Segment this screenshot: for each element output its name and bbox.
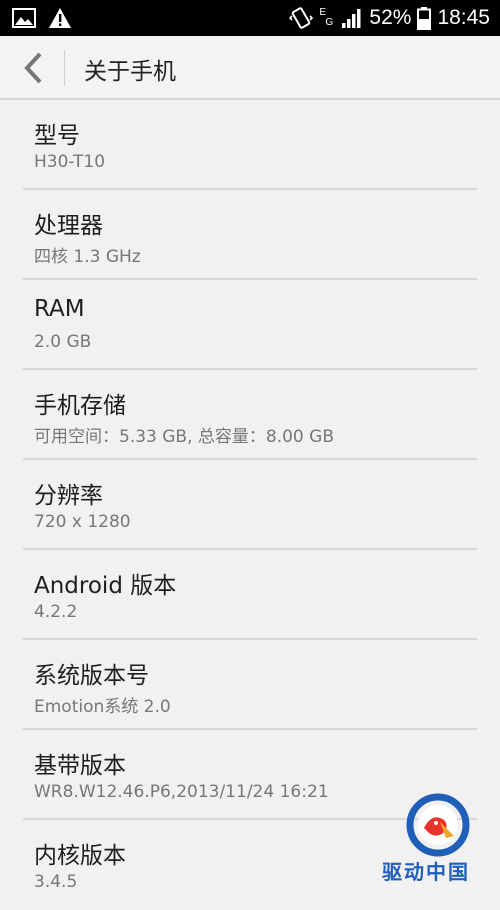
item-label: 手机存储 bbox=[34, 393, 126, 419]
watermark: 驱动中国 bbox=[380, 792, 496, 886]
item-label: 系统版本号 bbox=[34, 663, 149, 689]
item-label: 处理器 bbox=[34, 213, 103, 239]
warning-icon bbox=[49, 8, 71, 28]
action-bar-divider bbox=[64, 50, 65, 86]
network-type-g: G bbox=[325, 17, 334, 28]
item-value: 可用空间：5.33 GB, 总容量：8.00 GB bbox=[34, 427, 334, 447]
system-icons: E G 52% 18:45 bbox=[289, 0, 490, 36]
item-label: Android 版本 bbox=[34, 573, 177, 599]
item-label: 分辨率 bbox=[34, 483, 103, 509]
item-label: 内核版本 bbox=[34, 843, 126, 869]
watermark-text: 驱动中国 bbox=[382, 860, 470, 884]
list-item-storage[interactable]: 手机存储 可用空间：5.33 GB, 总容量：8.00 GB bbox=[0, 370, 500, 460]
back-button[interactable] bbox=[10, 44, 56, 92]
notification-area bbox=[12, 7, 72, 29]
chevron-left-icon bbox=[24, 52, 42, 84]
item-value: Emotion系统 2.0 bbox=[34, 697, 171, 717]
battery-percent: 52% bbox=[369, 6, 412, 29]
status-bar: E G 52% 18:45 bbox=[0, 0, 500, 36]
list-item-build-number[interactable]: 系统版本号 Emotion系统 2.0 bbox=[0, 640, 500, 730]
item-label: RAM bbox=[34, 296, 85, 322]
page-title: 关于手机 bbox=[84, 59, 176, 85]
about-phone-list: 型号 H30-T10 处理器 四核 1.3 GHz RAM 2.0 GB 手机存… bbox=[0, 100, 500, 910]
item-value: 四核 1.3 GHz bbox=[34, 247, 141, 267]
item-value: 720 x 1280 bbox=[34, 512, 131, 532]
image-notification-icon bbox=[12, 8, 36, 28]
item-value: 3.4.5 bbox=[34, 872, 78, 892]
list-item-android-version[interactable]: Android 版本 4.2.2 bbox=[0, 550, 500, 640]
list-item-resolution[interactable]: 分辨率 720 x 1280 bbox=[0, 460, 500, 550]
item-value: H30-T10 bbox=[34, 152, 106, 172]
item-label: 基带版本 bbox=[34, 753, 126, 779]
clock: 18:45 bbox=[437, 6, 490, 29]
item-value: 4.2.2 bbox=[34, 602, 78, 622]
watermark-logo-icon bbox=[406, 793, 470, 857]
network-type-indicator: E G bbox=[319, 3, 335, 33]
list-item-model[interactable]: 型号 H30-T10 bbox=[0, 100, 500, 190]
signal-icon bbox=[342, 9, 361, 28]
vibrate-icon bbox=[289, 7, 314, 29]
list-item-processor[interactable]: 处理器 四核 1.3 GHz bbox=[0, 190, 500, 280]
list-item-ram[interactable]: RAM 2.0 GB bbox=[0, 280, 500, 370]
item-value: WR8.W12.46.P6,2013/11/24 16:21 bbox=[34, 782, 329, 802]
item-label: 型号 bbox=[34, 123, 80, 149]
item-value: 2.0 GB bbox=[34, 332, 92, 352]
action-bar: 关于手机 bbox=[0, 36, 500, 100]
battery-icon bbox=[417, 7, 432, 30]
